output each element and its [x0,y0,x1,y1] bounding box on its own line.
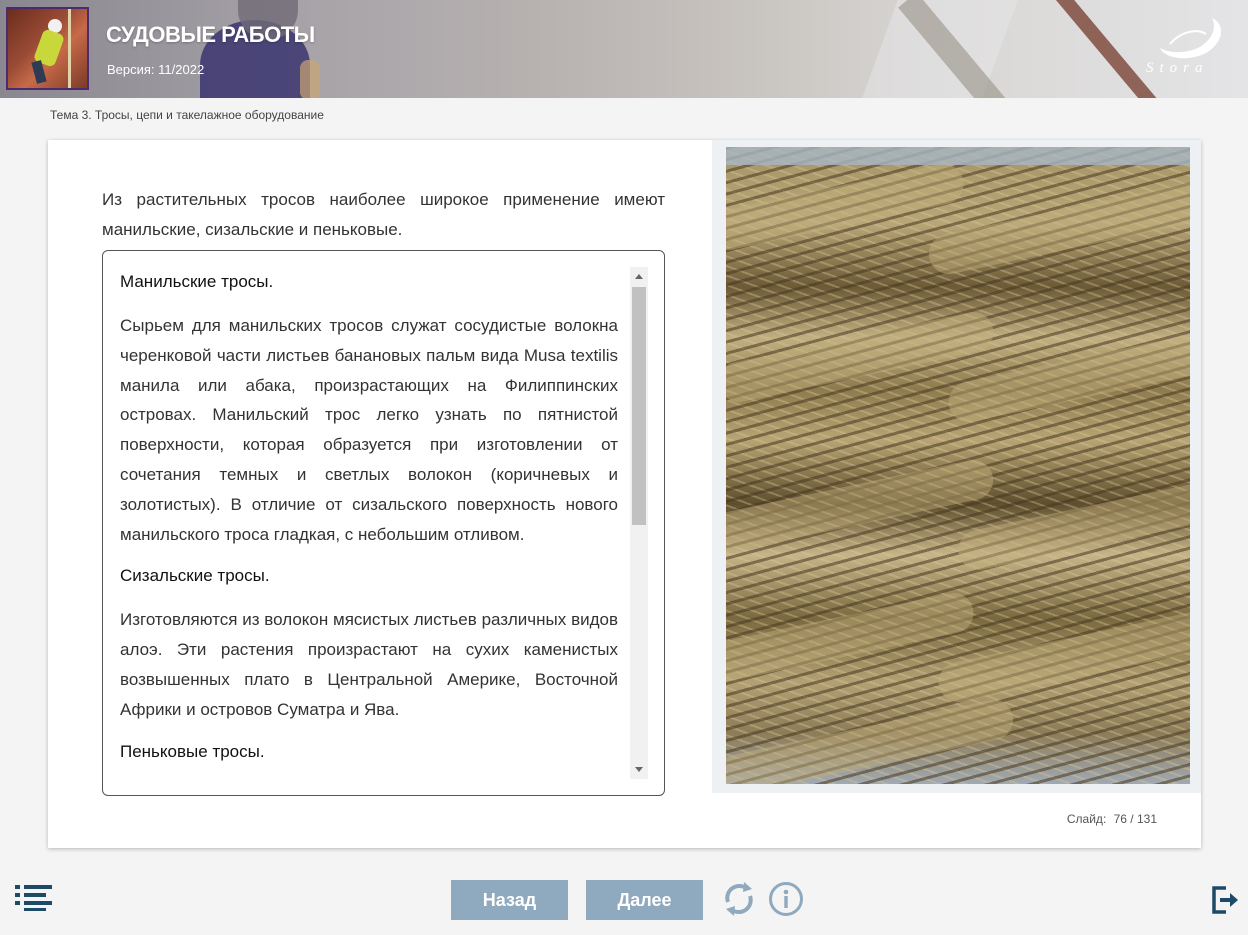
slide-counter-label: Слайд: [1066,812,1107,826]
course-title: СУДОВЫЕ РАБОТЫ [106,22,315,47]
slide-counter: Слайд: 76 / 131 [1063,812,1157,826]
header-background-shape [300,60,320,98]
info-icon[interactable] [768,881,804,917]
rope-image [726,147,1190,784]
menu-list-icon[interactable] [15,884,53,912]
breadcrumb: Тема 3. Тросы, цепи и такелажное оборудо… [50,108,324,122]
slide-counter-value: 76 / 131 [1113,812,1157,826]
slide-intro-text: Из растительных тросов наиболее широкое … [102,190,665,239]
scrollbar-thumb[interactable] [632,287,646,525]
course-thumbnail [6,7,89,90]
section-text: Сырьем для манильских тросов служат сосу… [120,316,618,544]
next-button[interactable]: Далее [586,880,703,920]
section-heading: Пеньковые тросы. [120,741,265,761]
slide-panel: Из растительных тросов наиболее широкое … [48,140,1201,848]
course-version: Версия: 11/2022 [107,62,205,77]
scroll-content: Манильские тросы. Сырьем для манильских … [120,265,618,781]
course-header: СУДОВЫЕ РАБОТЫ Версия: 11/2022 Stora [0,0,1248,98]
scroll-up-arrow-icon[interactable] [635,274,643,279]
section-heading: Манильские тросы. [120,272,274,291]
scrollable-text-box[interactable]: Манильские тросы. Сырьем для манильских … [102,250,665,796]
section-text: Изготовляются из волокон мясистых листье… [120,610,618,719]
scroll-down-arrow-icon[interactable] [635,767,643,772]
back-button[interactable]: Назад [451,880,568,920]
exit-icon[interactable] [1210,885,1240,915]
logo-text: Stora [1146,60,1209,76]
vertical-scrollbar[interactable] [630,267,648,779]
image-panel [712,140,1201,793]
reload-icon[interactable] [720,880,758,918]
section-heading: Сизальские тросы. [120,566,270,586]
